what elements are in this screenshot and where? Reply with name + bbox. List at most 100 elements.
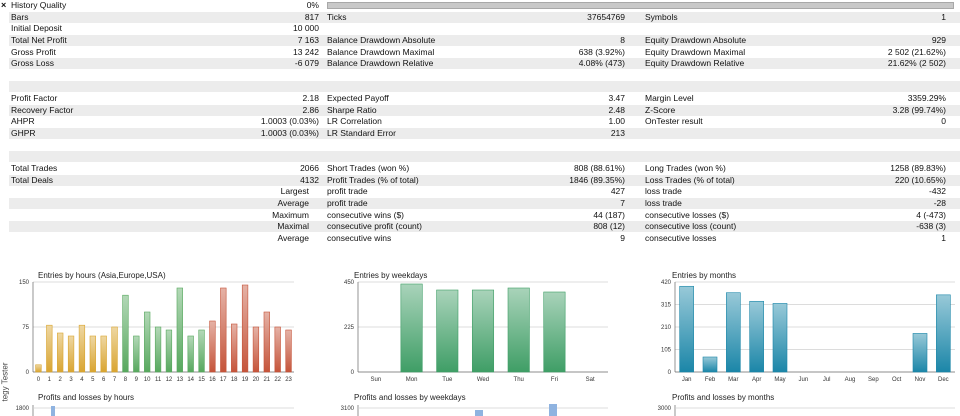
y-tick-label: 210 — [661, 325, 672, 331]
x-tick-label: 14 — [187, 377, 194, 383]
bar — [436, 289, 459, 373]
stat-value: -638 (3) — [916, 221, 946, 232]
x-tick-label: 18 — [231, 377, 238, 383]
stat-row: Average profit trade 7 loss trade -28 — [9, 197, 960, 209]
bar — [144, 311, 151, 373]
stat-value: 2066 — [300, 162, 319, 173]
stat-row — [9, 70, 960, 81]
bar — [749, 300, 764, 373]
stat-row: Gross Profit 13 242 Balance Drawdown Maxim… — [9, 47, 960, 58]
stat-label: Average — [277, 197, 309, 208]
stat-value: 1258 (89.83%) — [890, 162, 946, 173]
backtest-report: History Quality 0% Bars 817 Ticks 37654769 S… — [9, 0, 960, 262]
x-tick-label: Mar — [728, 377, 738, 383]
stat-value: 1.0003 (0.03%) — [260, 128, 319, 139]
y-tick-label: 315 — [661, 303, 672, 309]
bar — [471, 289, 495, 373]
stat-row: Largest profit trade 427 loss trade -432 — [9, 186, 960, 197]
x-tick-label: Jan — [682, 377, 692, 383]
stat-row: Maximum consecutive wins ($) 44 (187) conse… — [9, 210, 960, 221]
stat-row — [9, 140, 960, 151]
stat-value: 13 242 — [293, 46, 319, 57]
stat-label: Maximal — [277, 221, 309, 232]
stat-value: 10 000 — [293, 23, 319, 34]
stat-value: 1846 (89.35%) — [569, 174, 625, 185]
stat-value: 0 — [941, 116, 946, 127]
x-tick-label: Dec — [938, 377, 949, 383]
stat-value: 7 163 — [297, 34, 319, 45]
stat-value: 1.00 — [608, 116, 625, 127]
bar — [176, 287, 183, 373]
bar — [209, 320, 216, 373]
y-tick-label: 0 — [26, 370, 30, 376]
bar — [702, 356, 718, 373]
bar — [46, 324, 53, 373]
footer-chart-title: Profits and losses by hours — [38, 393, 134, 402]
chart-title: Entries by weekdays — [354, 271, 427, 280]
x-tick-label: May — [774, 377, 785, 383]
x-tick-label: Wed — [477, 377, 489, 383]
y-tick-label: 150 — [19, 280, 30, 286]
bar — [67, 335, 75, 373]
bar — [35, 364, 42, 373]
bar — [679, 285, 694, 373]
bar — [549, 404, 557, 416]
x-tick-label: 12 — [166, 377, 173, 383]
x-tick-label: 2 — [59, 377, 63, 383]
stat-value: 1 — [941, 232, 946, 243]
close-icon[interactable]: × — [1, 1, 6, 10]
x-tick-label: 22 — [274, 377, 281, 383]
x-tick-label: 6 — [102, 377, 106, 383]
x-tick-label: 8 — [124, 377, 128, 383]
stat-row: GHPR 1.0003 (0.03%) LR Standard Error 213 — [9, 128, 960, 140]
x-tick-label: Fri — [551, 377, 558, 383]
y-tick-label: 420 — [661, 280, 672, 286]
stat-value: 4132 — [300, 174, 319, 185]
bar — [165, 329, 173, 373]
chart-title: Entries by hours (Asia,Europe,USA) — [38, 271, 166, 280]
stat-row: Total Deals 4132 Profit Trades (% of total… — [9, 174, 960, 186]
stat-value: 9 — [620, 232, 625, 243]
y-tick-label: 0 — [668, 370, 672, 376]
bar — [726, 292, 741, 373]
x-tick-label: 1 — [48, 377, 52, 383]
x-tick-label: Sep — [868, 377, 879, 383]
stat-row: Profit Factor 2.18 Expected Payoff 3.47 Marg… — [9, 93, 960, 104]
bar — [187, 335, 194, 373]
bar — [231, 323, 238, 373]
stat-value: -432 — [928, 186, 946, 197]
y-tick-label: 1800 — [16, 406, 30, 412]
x-tick-label: 9 — [135, 377, 139, 383]
bar — [912, 333, 928, 373]
stat-row: Initial Deposit 10 000 — [9, 23, 960, 34]
x-tick-label: Sun — [371, 377, 382, 383]
history-quality-row: History Quality 0% — [9, 0, 960, 11]
y-tick-label: 225 — [344, 325, 355, 331]
x-tick-label: Oct — [892, 377, 902, 383]
stat-value: 2.86 — [302, 104, 319, 115]
stat-value: 2.48 — [608, 104, 625, 115]
bar — [241, 284, 249, 373]
history-quality-value: 0% — [306, 0, 319, 10]
bar — [507, 287, 530, 373]
charts-area: Entries by hours (Asia,Europe,USA) 0 75 150… — [9, 262, 960, 416]
x-tick-label: 5 — [91, 377, 95, 383]
bar — [475, 410, 483, 416]
x-tick-label: 7 — [113, 377, 117, 383]
bar — [220, 287, 227, 373]
x-tick-label: 23 — [285, 377, 292, 383]
stat-row: Average consecutive wins 9 consecutive loss… — [9, 233, 960, 244]
stat-value: 808 (88.61%) — [573, 162, 625, 173]
bar — [274, 326, 281, 373]
bar — [936, 294, 951, 373]
x-tick-label: 20 — [253, 377, 260, 383]
y-tick-label: 105 — [661, 348, 672, 354]
x-tick-label: Thu — [514, 377, 524, 383]
bar — [543, 291, 566, 373]
chart-title: Entries by months — [672, 271, 736, 280]
x-tick-label: 0 — [37, 377, 41, 383]
bar — [51, 406, 55, 416]
stat-value: 3359.29% — [907, 93, 946, 104]
stat-value: -28 — [933, 197, 946, 208]
stat-label: Largest — [280, 186, 309, 197]
